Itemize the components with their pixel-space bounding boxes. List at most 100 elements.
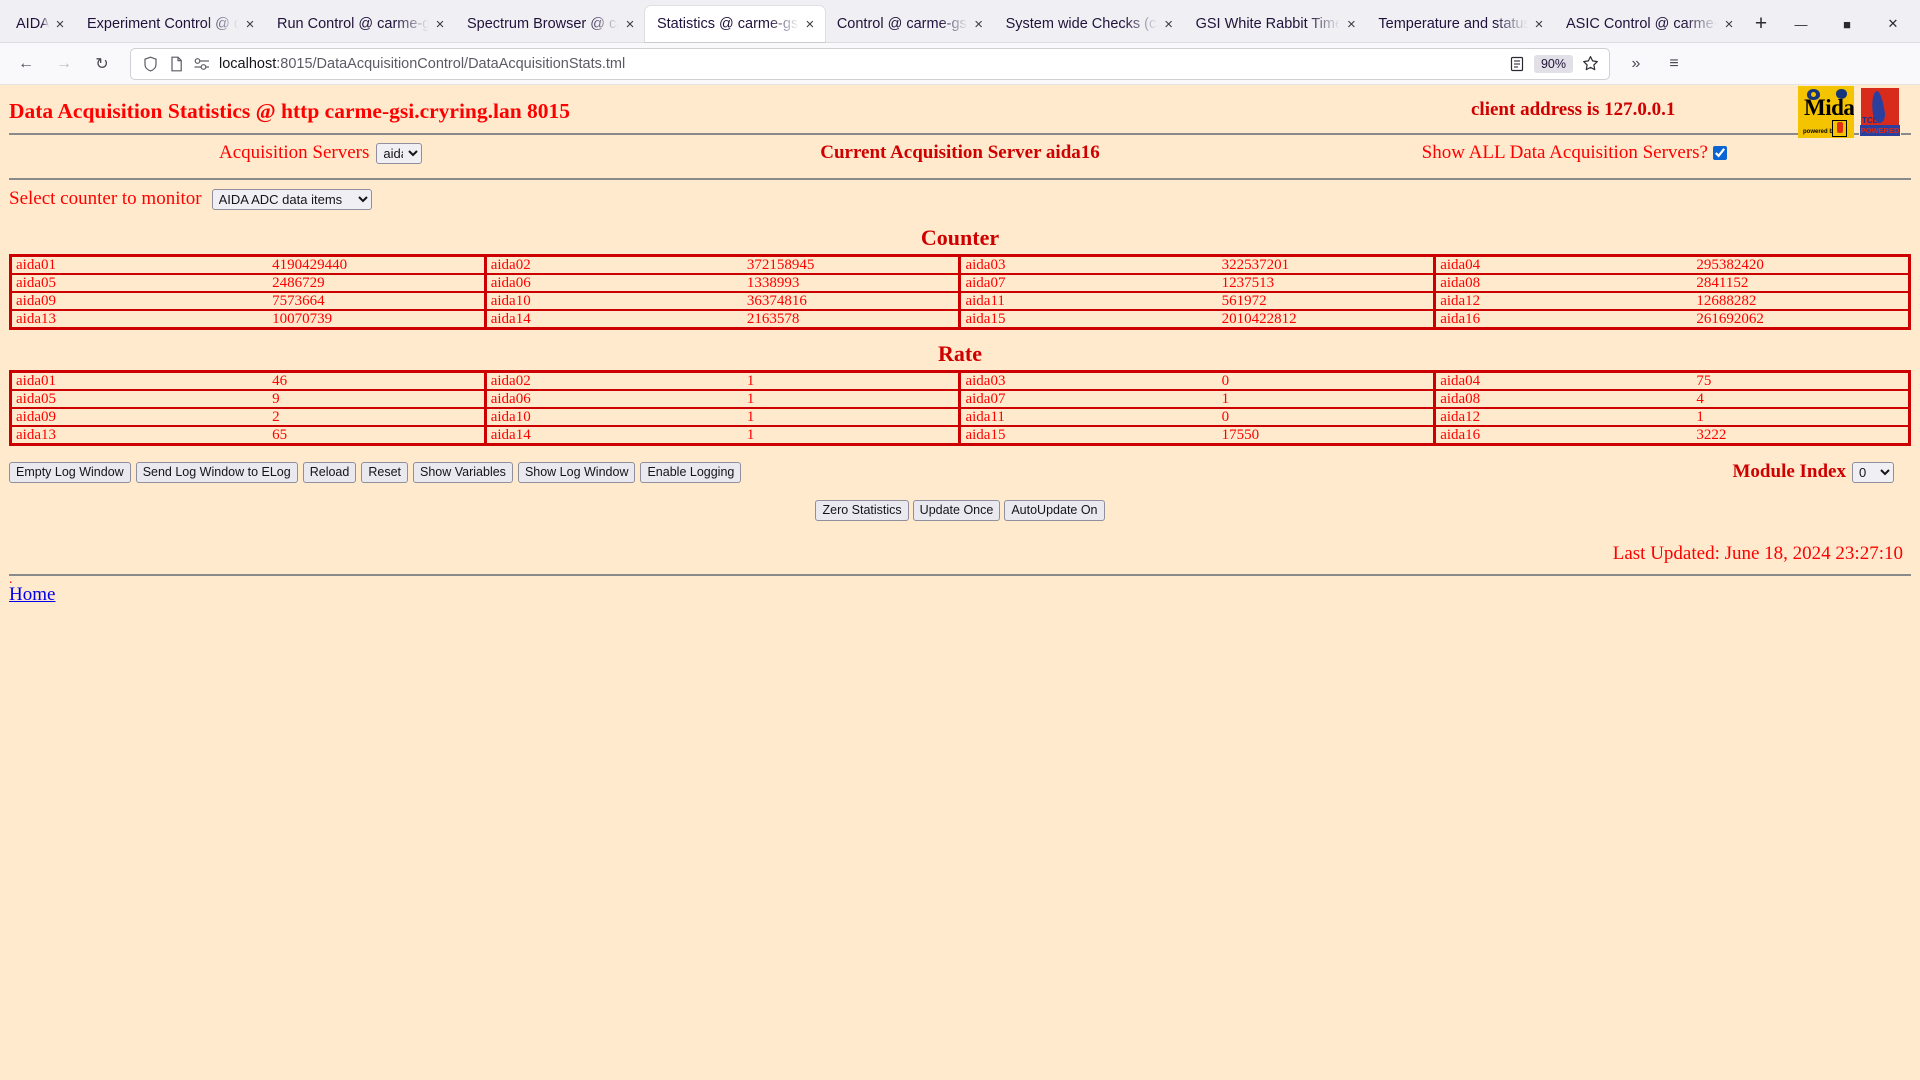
back-icon[interactable]: ← [8,48,44,80]
acquisition-servers-row: Acquisition Servers aida16 Current Acqui… [9,135,1911,171]
tab-close-icon[interactable]: × [1720,15,1738,33]
browser-tab[interactable]: ASIC Control @ carme-gsi× [1554,6,1744,42]
tab-strip: AIDA×Experiment Control @ carme-gsi×Run … [0,0,1920,43]
tab-title: AIDA [16,16,49,32]
server-name-cell: aida06 [483,389,717,409]
new-tab-button[interactable]: + [1744,7,1778,41]
navigation-toolbar: ← → ↻ localhost:8015/DataAcquisitionCont… [0,43,1920,85]
tab-close-icon[interactable]: × [51,15,69,33]
server-value-cell: 12688282 [1666,291,1911,311]
tab-title: System wide Checks (carme-gsi) [1005,16,1158,32]
server-name-cell: aida10 [483,407,717,427]
tab-title: Spectrum Browser @ carme-gsi [466,16,619,32]
server-name-cell: aida09 [10,407,243,427]
url-text[interactable]: localhost:8015/DataAcquisitionControl/Da… [215,56,1504,72]
tracking-protection-icon[interactable] [189,52,215,76]
server-value-cell: 295382420 [1666,255,1911,275]
zoom-level-indicator[interactable]: 90% [1533,54,1573,73]
button-autoupdate-on[interactable]: AutoUpdate On [1004,500,1105,521]
server-value-cell: 2163578 [716,309,961,329]
server-value-cell: 10070739 [242,309,486,329]
browser-window: AIDA×Experiment Control @ carme-gsi×Run … [0,0,1920,1080]
server-value-cell: 2 [242,407,486,427]
tab-close-icon[interactable]: × [621,15,639,33]
button-send-log-window-to-elog[interactable]: Send Log Window to ELog [135,461,298,483]
server-name-cell: aida05 [10,273,243,293]
application-menu-icon[interactable]: ≡ [1656,48,1692,80]
tab-close-icon[interactable]: × [431,15,449,33]
shield-icon[interactable] [137,52,163,76]
midas-logo-text: Midas [1804,95,1854,120]
browser-tab[interactable]: GSI White Rabbit Time × [1184,6,1367,42]
button-show-log-window[interactable]: Show Log Window [517,461,636,483]
server-name-cell: aida01 [10,371,243,391]
tab-title: GSI White Rabbit Time [1195,16,1341,32]
server-name-cell: aida03 [958,255,1192,275]
browser-tab[interactable]: Run Control @ carme-gsi × [265,6,455,42]
browser-tab[interactable]: Control @ carme-gsi × [825,6,994,42]
server-name-cell: aida10 [483,291,717,311]
server-name-cell: aida13 [10,425,243,445]
server-value-cell: 7573664 [242,291,486,311]
home-link[interactable]: Home [9,584,55,605]
server-value-cell: 322537201 [1191,255,1436,275]
tab-title: ASIC Control @ carme-gsi [1566,16,1718,32]
server-value-cell: 0 [1191,407,1436,427]
counter-table: aida01 4190429440 aida02 372158945 aida03 322… [9,254,1911,330]
tab-close-icon[interactable]: × [801,15,819,33]
tab-close-icon[interactable]: × [1342,15,1360,33]
rate-table: aida01 46 aida02 1 aida03 0 aida04 75 aida05 9 aid… [9,370,1911,446]
button-enable-logging[interactable]: Enable Logging [640,461,742,483]
server-value-cell: 1 [716,389,961,409]
page-info-icon[interactable] [163,52,189,76]
server-value-cell: 2486729 [242,273,486,293]
browser-tab[interactable]: Experiment Control @ carme-gsi× [75,6,265,42]
reader-mode-icon[interactable] [1504,52,1530,76]
button-reload[interactable]: Reload [302,461,357,483]
browser-tab[interactable]: AIDA × [4,6,75,42]
server-value-cell: 46 [242,371,486,391]
tab-title: Experiment Control @ carme-gsi [86,16,239,32]
server-value-cell: 65 [242,425,486,445]
minimize-window-button[interactable]: — [1778,6,1824,42]
show-all-servers-group: Show ALL Data Acquisition Servers? [1422,142,1727,164]
tab-close-icon[interactable]: × [970,15,988,33]
browser-tab[interactable]: System wide Checks (carme-gsi)× [994,6,1184,42]
server-value-cell: 1237513 [1191,273,1436,293]
table-row: aida13 65 aida14 1 aida15 17550 aida16 3222 [10,425,1911,445]
overflow-menu-icon[interactable]: » [1618,48,1654,80]
server-name-cell: aida07 [958,273,1192,293]
server-name-cell: aida11 [958,291,1192,311]
browser-tab[interactable]: Spectrum Browser @ carme-gsi× [455,6,645,42]
server-name-cell: aida02 [483,255,717,275]
bookmark-star-icon[interactable] [1577,52,1603,76]
url-bar[interactable]: localhost:8015/DataAcquisitionControl/Da… [130,47,1610,80]
button-empty-log-window[interactable]: Empty Log Window [9,461,131,483]
tab-close-icon[interactable]: × [1530,15,1548,33]
button-zero-statistics[interactable]: Zero Statistics [815,500,909,521]
server-value-cell: 1 [1191,389,1436,409]
browser-tab[interactable]: Temperature and status × [1366,6,1554,42]
server-value-cell: 1 [716,425,961,445]
action-button-row: Zero Statistics Update Once AutoUpdate On [9,500,1911,521]
server-value-cell: 1 [1666,407,1911,427]
table-row: aida13 10070739 aida14 2163578 aida15 2010422… [10,309,1911,329]
server-value-cell: 9 [242,389,486,409]
tab-close-icon[interactable]: × [1160,15,1178,33]
tab-close-icon[interactable]: × [241,15,259,33]
server-value-cell: 261692062 [1666,309,1911,329]
button-reset[interactable]: Reset [361,461,408,483]
module-index-select[interactable]: 0 [1852,461,1894,483]
button-show-variables[interactable]: Show Variables [413,461,513,483]
close-window-button[interactable]: ✕ [1870,6,1916,42]
browser-tab[interactable]: Statistics @ carme-gsi × [644,6,825,42]
reload-icon[interactable]: ↻ [84,48,120,80]
counter-section-heading: Counter [920,225,1000,250]
show-all-servers-checkbox[interactable] [1713,146,1727,160]
maximize-window-button[interactable]: ■ [1824,6,1870,42]
server-name-cell: aida03 [958,371,1192,391]
counter-select[interactable]: AIDA ADC data items [211,188,372,210]
forward-icon[interactable]: → [46,48,82,80]
button-update-once[interactable]: Update Once [912,500,1001,521]
server-value-cell: 1 [716,407,961,427]
